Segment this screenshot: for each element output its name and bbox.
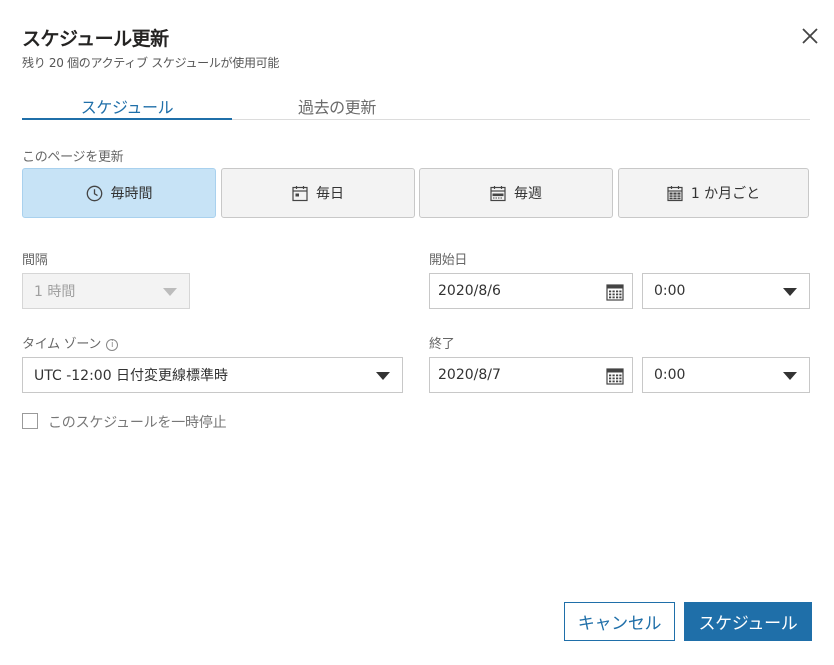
start-time-select[interactable]: 0:00 <box>642 273 810 309</box>
start-date-input[interactable]: 2020/8/6 <box>429 273 633 309</box>
interval-value: 1 時間 <box>34 284 76 300</box>
frequency-weekly-button[interactable]: 毎週 <box>419 168 613 218</box>
interval-label: 間隔 <box>22 253 48 268</box>
frequency-weekly-label: 毎週 <box>514 186 542 202</box>
close-icon[interactable] <box>799 25 821 47</box>
frequency-daily-label: 毎日 <box>316 186 344 202</box>
end-time-select[interactable]: 0:00 <box>642 357 810 393</box>
pause-schedule-label[interactable]: このスケジュールを一時停止 <box>48 412 227 432</box>
tab-bar: スケジュール 過去の更新 <box>22 94 810 120</box>
chevron-down-icon <box>783 288 797 296</box>
timezone-value: UTC -12:00 日付変更線標準時 <box>34 368 229 384</box>
end-date-input[interactable]: 2020/8/7 <box>429 357 633 393</box>
tab-refresh-history[interactable]: 過去の更新 <box>232 94 442 120</box>
dialog-subtitle: 残り 20 個のアクティブ スケジュールが使用可能 <box>22 56 280 70</box>
cancel-button[interactable]: キャンセル <box>564 602 675 641</box>
pause-schedule-checkbox[interactable] <box>22 413 38 429</box>
chevron-down-icon <box>376 372 390 380</box>
calendar-week-icon <box>490 185 506 201</box>
end-time-value: 0:00 <box>654 367 686 383</box>
refresh-label: このページを更新 <box>22 150 124 165</box>
timezone-label: タイム ゾーン i <box>22 333 119 352</box>
frequency-monthly-label: 1 か月ごと <box>690 186 761 202</box>
frequency-hourly-label: 毎時間 <box>110 186 153 202</box>
schedule-button[interactable]: スケジュール <box>684 602 812 641</box>
chevron-down-icon <box>783 372 797 380</box>
start-date-label: 開始日 <box>429 253 468 268</box>
start-time-value: 0:00 <box>654 283 686 299</box>
start-date-value: 2020/8/6 <box>438 283 501 299</box>
info-icon[interactable]: i <box>106 338 119 351</box>
timezone-select[interactable]: UTC -12:00 日付変更線標準時 <box>22 357 403 393</box>
calendar-month-icon <box>667 185 683 201</box>
end-date-value: 2020/8/7 <box>438 367 501 383</box>
clock-icon <box>86 185 102 201</box>
frequency-hourly-button[interactable]: 毎時間 <box>22 168 216 218</box>
frequency-daily-button[interactable]: 毎日 <box>221 168 415 218</box>
tab-schedule[interactable]: スケジュール <box>22 94 232 120</box>
dialog-title: スケジュール更新 <box>22 28 169 50</box>
calendar-icon[interactable] <box>606 283 624 301</box>
timezone-label-text: タイム ゾーン <box>22 337 102 352</box>
chevron-down-icon <box>163 288 177 296</box>
calendar-day-icon <box>292 185 308 201</box>
calendar-icon[interactable] <box>606 367 624 385</box>
end-date-label: 終了 <box>429 337 455 352</box>
frequency-monthly-button[interactable]: 1 か月ごと <box>618 168 809 218</box>
interval-select: 1 時間 <box>22 273 190 309</box>
